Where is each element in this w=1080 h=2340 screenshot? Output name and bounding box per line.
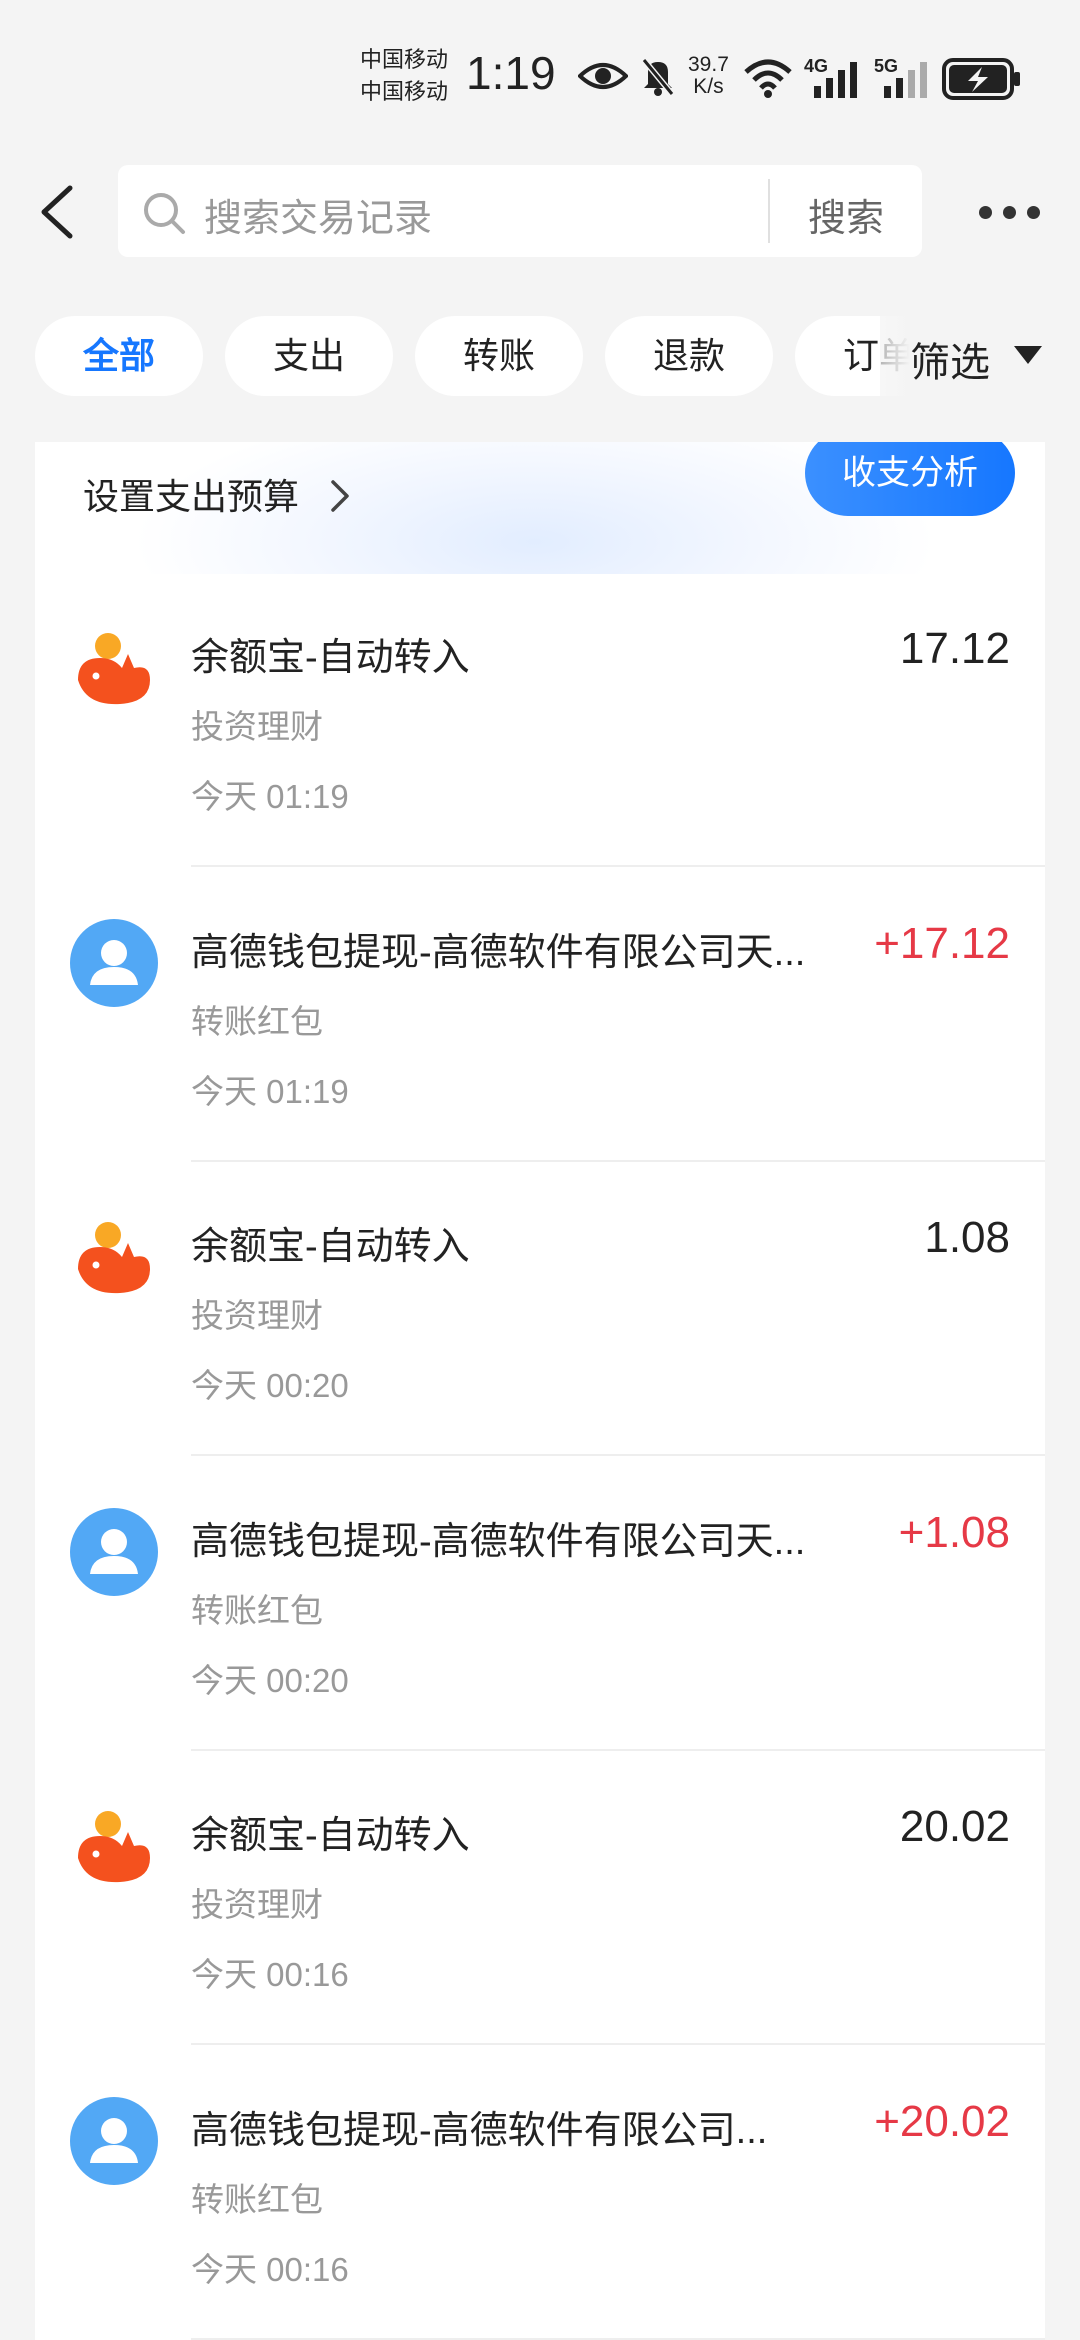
back-button[interactable] <box>34 182 84 242</box>
carrier-labels: 中国移动 中国移动 <box>360 44 448 108</box>
user-avatar-icon <box>70 1507 158 1596</box>
row-divider <box>191 865 1045 867</box>
transaction-category: 投资理财 <box>191 708 323 745</box>
transaction-title: 高德钱包提现-高德软件有限公司... <box>191 2109 768 2152</box>
tab-all[interactable]: 全部 <box>35 316 203 396</box>
search-button[interactable]: 搜索 <box>808 187 884 242</box>
transaction-time: 今天 00:16 <box>191 2250 349 2288</box>
yuebao-icon <box>78 1811 150 1883</box>
status-bar: 中国移动 中国移动 1:19 39.7 K/s 4G 5G <box>0 0 1080 150</box>
filter-label: 筛选 <box>910 341 990 385</box>
transaction-row[interactable]: 余额宝-自动转入 投资理财 今天 01:19 17.12 <box>35 574 1045 867</box>
more-dot-icon <box>979 206 992 219</box>
transaction-amount: +1.08 <box>898 1507 1010 1557</box>
transaction-time: 今天 00:20 <box>191 1367 349 1404</box>
user-avatar-icon <box>70 2096 158 2185</box>
tab-refund[interactable]: 退款 <box>605 316 773 396</box>
net-speed-value: 39.7 <box>688 53 729 76</box>
transaction-amount: +20.02 <box>874 2096 1010 2146</box>
battery-charging-icon <box>942 58 1020 100</box>
search-icon <box>144 193 185 234</box>
search-divider <box>768 179 770 243</box>
yuebao-icon <box>78 633 150 705</box>
more-dot-icon <box>1027 206 1040 219</box>
transaction-title: 余额宝-自动转入 <box>191 1226 470 1268</box>
tab-expense[interactable]: 支出 <box>225 316 393 396</box>
row-divider <box>191 1748 1045 1751</box>
transaction-amount: 20.02 <box>899 1802 1010 1851</box>
bell-off-icon <box>641 58 675 96</box>
user-avatar-icon <box>70 918 158 1007</box>
transaction-row[interactable]: 高德钱包提现-高德软件有限公司... 转账红包 今天 00:16 +20.02 <box>35 2047 1045 2340</box>
income-expense-analysis-button[interactable]: 收支分析 <box>805 442 1015 516</box>
caret-down-icon <box>1014 346 1042 364</box>
transaction-title: 高德钱包提现-高德软件有限公司天... <box>191 931 806 974</box>
net-speed: 39.7 K/s <box>688 54 729 98</box>
carrier-label-1: 中国移动 <box>360 47 449 72</box>
search-input[interactable]: 搜索交易记录 搜索 <box>118 165 922 257</box>
transaction-row[interactable]: 高德钱包提现-高德软件有限公司天... 转账红包 今天 01:19 +17.12 <box>35 869 1045 1162</box>
transaction-category: 转账红包 <box>191 2180 323 2218</box>
filter-button[interactable]: 筛选 <box>880 316 1080 396</box>
transaction-category: 转账红包 <box>191 1002 323 1040</box>
transaction-row[interactable]: 余额宝-自动转入 投资理财 今天 00:16 20.02 <box>35 1752 1045 2045</box>
transaction-amount: 17.12 <box>899 624 1010 673</box>
transaction-title: 余额宝-自动转入 <box>191 637 470 679</box>
filter-tabs: 全部 支出 转账 退款 订单 筛选 <box>0 316 1080 396</box>
search-header: 搜索交易记录 搜索 <box>0 160 1080 260</box>
transaction-list: 设置支出预算 收支分析 余额宝-自动转入 投资理财 今天 01:19 17.12… <box>35 442 1045 2340</box>
wifi-icon <box>744 59 792 98</box>
search-placeholder: 搜索交易记录 <box>204 198 433 240</box>
transaction-title: 高德钱包提现-高德软件有限公司天... <box>191 1520 806 1563</box>
yuebao-icon <box>78 1222 150 1294</box>
signal-5g-icon <box>884 62 927 98</box>
signal-4g-icon <box>814 62 857 98</box>
transaction-amount: +17.12 <box>874 918 1010 968</box>
row-divider <box>191 1159 1045 1162</box>
carrier-label-2: 中国移动 <box>360 79 449 104</box>
budget-bar: 设置支出预算 收支分析 <box>35 442 1045 574</box>
more-dot-icon <box>1003 206 1016 219</box>
transaction-time: 今天 00:20 <box>191 1661 349 1699</box>
more-options-button[interactable] <box>975 190 1055 234</box>
net-speed-unit: K/s <box>693 75 724 98</box>
budget-label: 设置支出预算 <box>83 476 300 517</box>
row-divider <box>191 1454 1045 1456</box>
transaction-time: 今天 01:19 <box>191 1072 349 1110</box>
transaction-amount: 1.08 <box>924 1213 1010 1262</box>
row-divider <box>191 2337 1045 2340</box>
eye-icon <box>578 63 628 89</box>
transaction-time: 今天 00:16 <box>191 1956 349 1993</box>
transaction-category: 转账红包 <box>191 1591 323 1629</box>
transaction-category: 投资理财 <box>191 1297 323 1334</box>
tab-transfer[interactable]: 转账 <box>415 316 583 396</box>
transaction-title: 余额宝-自动转入 <box>191 1815 470 1857</box>
transaction-row[interactable]: 余额宝-自动转入 投资理财 今天 00:20 1.08 <box>35 1163 1045 1456</box>
status-time: 1:19 <box>466 47 556 99</box>
transaction-time: 今天 01:19 <box>191 778 349 815</box>
transaction-row[interactable]: 高德钱包提现-高德软件有限公司天... 转账红包 今天 00:20 +1.08 <box>35 1458 1045 1751</box>
transaction-category: 投资理财 <box>191 1886 323 1923</box>
row-divider <box>191 2043 1045 2045</box>
chevron-right-icon <box>331 480 349 512</box>
